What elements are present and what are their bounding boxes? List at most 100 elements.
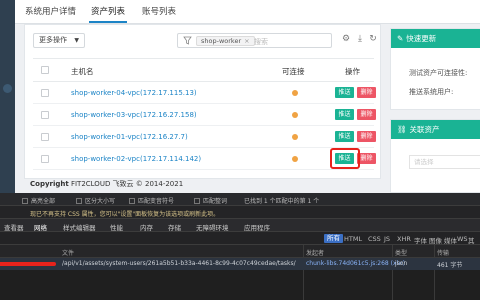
- chevron-down-icon: ▼: [74, 37, 79, 44]
- delete-button[interactable]: 删除: [357, 131, 376, 142]
- filter-tag-label: shop-worker: [201, 37, 242, 45]
- column-divider: [392, 245, 393, 300]
- row-checkbox[interactable]: [41, 155, 49, 163]
- header-hostname: 主机名: [71, 67, 94, 76]
- network-request-row[interactable]: /api/v1/assets/system-users/261a5b51-b33…: [0, 258, 480, 270]
- tab-asset-list[interactable]: 资产列表: [91, 5, 125, 19]
- col-type[interactable]: 类型: [395, 248, 407, 257]
- quick-update-panel: ✎ 快速更新 测试资产可连接性: 推送系统用户:: [390, 28, 480, 110]
- checkbox[interactable]: [76, 198, 82, 204]
- filter-ws[interactable]: WS: [457, 235, 468, 243]
- request-file: /api/v1/assets/system-users/261a5b51-b33…: [62, 260, 296, 267]
- status-dot: [292, 134, 298, 140]
- related-assets-title: 关联资产: [409, 125, 440, 134]
- header-actions: 操作: [345, 67, 360, 76]
- filter-js[interactable]: JS: [384, 235, 390, 243]
- devtab-accessibility[interactable]: 无障碍环境: [196, 222, 229, 232]
- test-connectivity-label: 测试资产可连接性:: [409, 69, 468, 77]
- copyright-footer: Copyright FIT2CLOUD 飞致云 © 2014-2021: [30, 179, 183, 189]
- search-filter-input[interactable]: shop-worker × 搜索: [177, 33, 332, 48]
- hostname-link[interactable]: shop-worker-03-vpc(172.16.27.158): [71, 111, 197, 119]
- warning-bar: 现已不再支持 CSS 属性，您可以"设置"面板恢复为该选项或刷新此项。: [0, 206, 480, 219]
- app-window: 系统用户详情 资产列表 账号列表 更多操作 ▼ shop-worker × 搜索 …: [0, 0, 480, 193]
- status-dot: [292, 112, 298, 118]
- col-file[interactable]: 文件: [62, 248, 74, 257]
- filter-all[interactable]: 所有: [324, 234, 343, 243]
- push-button[interactable]: 推送: [335, 131, 354, 142]
- devtab-style-editor[interactable]: 样式编辑器: [63, 222, 96, 232]
- filter-fonts[interactable]: 字体: [414, 235, 427, 245]
- tab-account-list[interactable]: 账号列表: [142, 5, 176, 19]
- asset-table: 主机名 可连接 操作 shop-worker-04-vpc(172.17.115…: [33, 58, 376, 170]
- filter-images[interactable]: 图像: [429, 235, 442, 245]
- hostname-link[interactable]: shop-worker-04-vpc(172.17.115.13): [71, 89, 197, 97]
- devtab-memory[interactable]: 内存: [140, 222, 153, 232]
- filter-media[interactable]: 媒体: [444, 235, 457, 245]
- devtab-storage[interactable]: 存储: [168, 222, 181, 232]
- row-checkbox[interactable]: [41, 133, 49, 141]
- column-divider: [434, 245, 435, 300]
- warning-text: 现已不再支持 CSS 属性，您可以"设置"面板恢复为该选项或刷新此项。: [30, 211, 220, 218]
- refresh-icon[interactable]: ↻: [368, 34, 378, 44]
- more-actions-button[interactable]: 更多操作 ▼: [33, 33, 85, 48]
- option-highlight-all[interactable]: 高亮全部: [22, 196, 55, 205]
- request-initiator[interactable]: chunk-libs.74d061c5.js:268 (xhr): [306, 260, 405, 267]
- find-options-bar: 高亮全部 区分大小写 匹配变音符号 匹配整词 已找到 1 个匹配中的第 1 个: [0, 193, 480, 206]
- filter-css[interactable]: CSS: [368, 235, 381, 243]
- checkbox[interactable]: [129, 198, 135, 204]
- asset-select-input[interactable]: 请选择: [409, 155, 480, 169]
- tab-system-user-detail[interactable]: 系统用户详情: [25, 5, 76, 19]
- request-type: json: [395, 260, 408, 267]
- devtools-panel: 高亮全部 区分大小写 匹配变音符号 匹配整词 已找到 1 个匹配中的第 1 个 …: [0, 193, 480, 300]
- option-label: 高亮全部: [31, 198, 56, 205]
- annotation-arrow: [0, 262, 56, 266]
- checkbox[interactable]: [22, 198, 28, 204]
- option-match-case[interactable]: 区分大小写: [76, 196, 115, 205]
- col-initiator[interactable]: 发起者: [306, 248, 324, 257]
- devtab-network[interactable]: 网络: [34, 222, 47, 232]
- link-icon: ⛓: [397, 125, 407, 134]
- option-label: 区分大小写: [85, 198, 116, 205]
- table-row: shop-worker-02-vpc(172.17.114.142) 推送 删除: [33, 148, 376, 170]
- network-filter-bar: 所有 HTML CSS JS XHR 字体 图像 媒体 WS 其他: [0, 232, 480, 255]
- push-button[interactable]: 推送: [335, 109, 354, 120]
- devtab-inspector[interactable]: 查看器: [4, 222, 24, 232]
- search-placeholder: 搜索: [254, 38, 268, 46]
- select-all-checkbox[interactable]: [41, 66, 49, 74]
- checkbox[interactable]: [194, 198, 200, 204]
- delete-button[interactable]: 删除: [357, 87, 376, 98]
- gear-icon[interactable]: ⚙: [341, 34, 351, 44]
- left-sidebar: [0, 0, 15, 193]
- option-whole-words[interactable]: 匹配整词: [194, 196, 227, 205]
- col-transferred[interactable]: 传输: [437, 248, 449, 257]
- table-header: 主机名 可连接 操作: [33, 58, 374, 82]
- delete-button[interactable]: 删除: [357, 109, 376, 120]
- find-result-count: 已找到 1 个匹配中的第 1 个: [244, 198, 320, 205]
- request-size: 461 字节: [437, 262, 463, 269]
- download-icon[interactable]: ⤓: [355, 34, 365, 44]
- copyright-text: FIT2CLOUD 飞致云 © 2014-2021: [70, 180, 184, 188]
- hostname-link[interactable]: shop-worker-02-vpc(172.17.114.142): [71, 155, 201, 163]
- status-dot: [292, 156, 298, 162]
- devtab-performance[interactable]: 性能: [110, 222, 123, 232]
- header-reachable: 可连接: [282, 67, 305, 76]
- hostname-link[interactable]: shop-worker-01-vpc(172.16.27.7): [71, 133, 188, 141]
- filter-html[interactable]: HTML: [344, 235, 362, 243]
- network-table-header: 文件 发起者 类型 传输: [0, 245, 480, 258]
- devtab-application[interactable]: 应用程序: [244, 222, 270, 232]
- row-checkbox[interactable]: [41, 111, 49, 119]
- active-tab-indicator: [89, 21, 127, 23]
- tab-bar: 系统用户详情 资产列表 账号列表: [15, 0, 480, 24]
- close-icon[interactable]: ×: [244, 37, 249, 45]
- quick-update-title: 快速更新: [406, 34, 437, 43]
- filter-tag[interactable]: shop-worker ×: [196, 36, 255, 46]
- filter-xhr[interactable]: XHR: [397, 235, 411, 243]
- filter-icon: [183, 36, 192, 45]
- push-button[interactable]: 推送: [335, 87, 354, 98]
- status-dot: [292, 90, 298, 96]
- column-divider: [303, 245, 304, 300]
- copyright-brand: Copyright: [30, 180, 69, 188]
- option-match-diacritics[interactable]: 匹配变音符号: [129, 196, 174, 205]
- sidebar-marker: [3, 84, 12, 93]
- row-checkbox[interactable]: [41, 89, 49, 97]
